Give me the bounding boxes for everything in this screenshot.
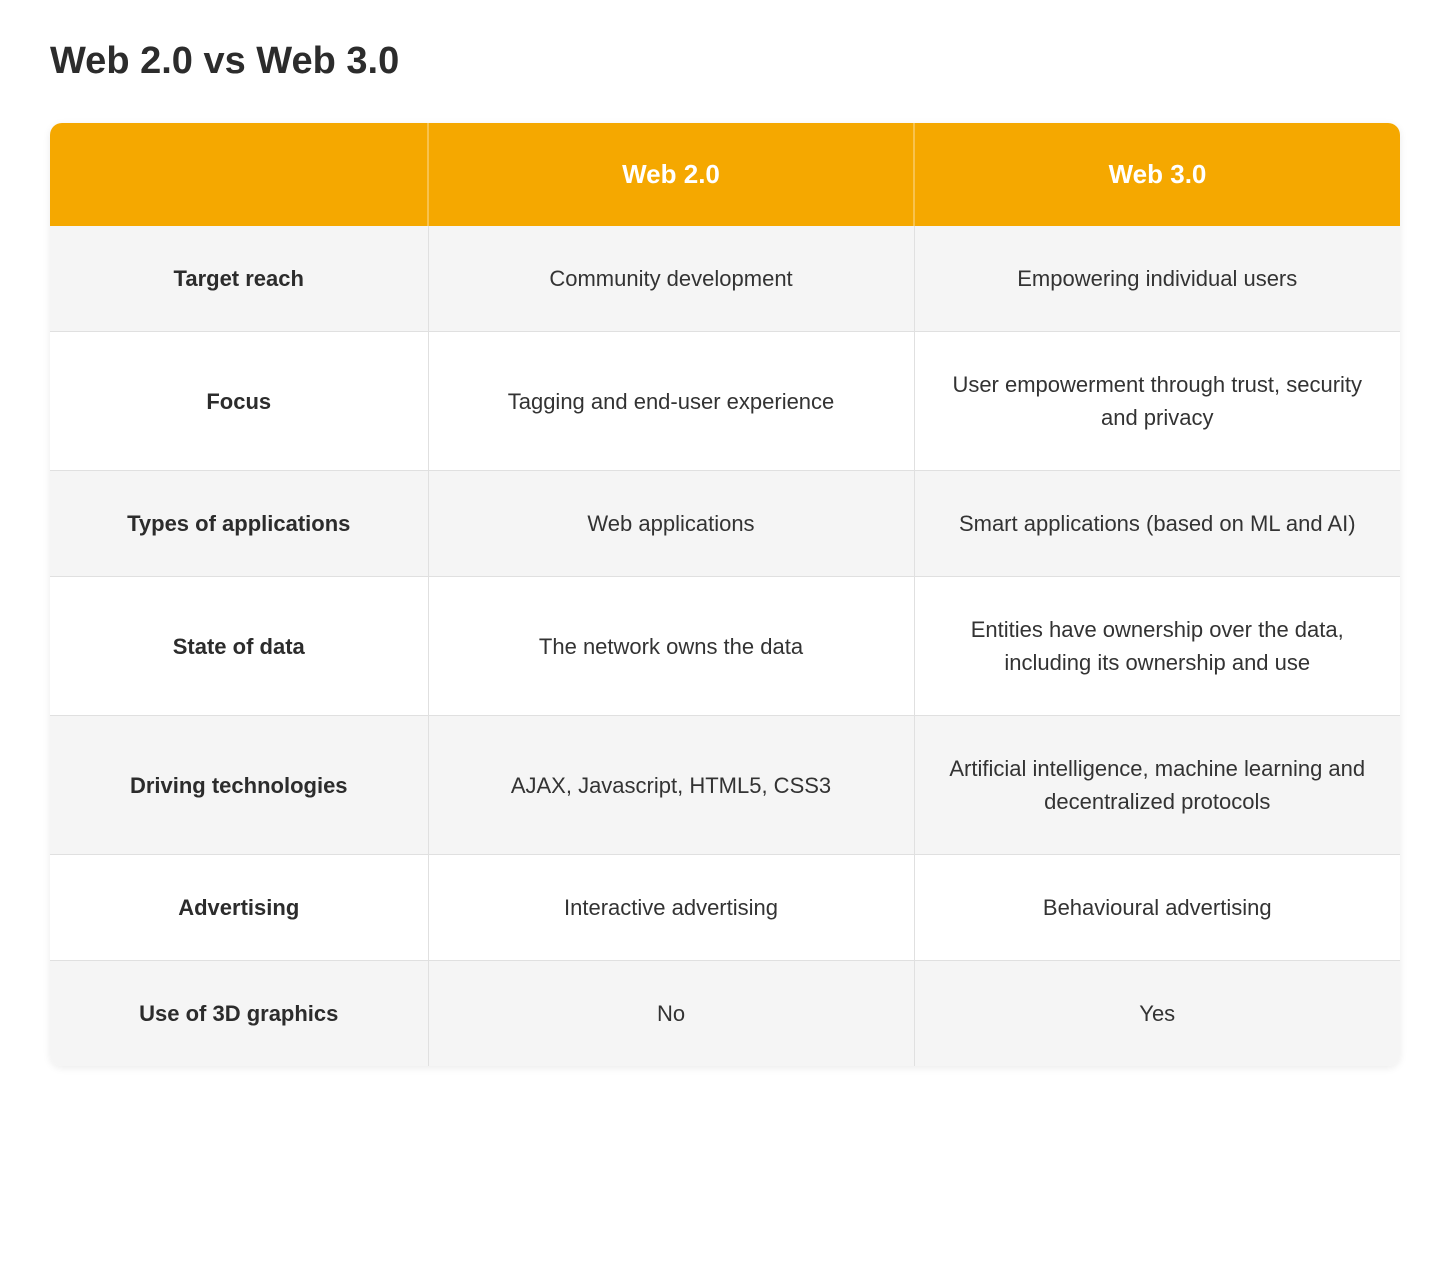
table-row: Driving technologiesAJAX, Javascript, HT… [50,716,1400,855]
table-row: FocusTagging and end-user experienceUser… [50,332,1400,471]
row-web3: Entities have ownership over the data, i… [914,577,1400,716]
row-web3: Yes [914,961,1400,1067]
table-row: AdvertisingInteractive advertisingBehavi… [50,855,1400,961]
row-web3: Empowering individual users [914,226,1400,332]
row-label: Advertising [50,855,428,961]
table-row: Use of 3D graphicsNoYes [50,961,1400,1067]
row-web2: No [428,961,914,1067]
row-web2: The network owns the data [428,577,914,716]
header-col1 [50,123,428,226]
row-web3: Behavioural advertising [914,855,1400,961]
row-web3: User empowerment through trust, security… [914,332,1400,471]
row-web2: Community development [428,226,914,332]
row-web2: Interactive advertising [428,855,914,961]
row-web3: Artificial intelligence, machine learnin… [914,716,1400,855]
row-web3: Smart applications (based on ML and AI) [914,471,1400,577]
row-label: Use of 3D graphics [50,961,428,1067]
table-row: Types of applicationsWeb applicationsSma… [50,471,1400,577]
table-row: Target reachCommunity developmentEmpower… [50,226,1400,332]
header-col2: Web 2.0 [428,123,914,226]
row-web2: Tagging and end-user experience [428,332,914,471]
row-label: State of data [50,577,428,716]
row-label: Types of applications [50,471,428,577]
header-col3: Web 3.0 [914,123,1400,226]
row-label: Focus [50,332,428,471]
table-row: State of dataThe network owns the dataEn… [50,577,1400,716]
row-label: Driving technologies [50,716,428,855]
row-web2: AJAX, Javascript, HTML5, CSS3 [428,716,914,855]
page-title: Web 2.0 vs Web 3.0 [50,40,1400,83]
row-label: Target reach [50,226,428,332]
comparison-table: Web 2.0 Web 3.0 Target reachCommunity de… [50,123,1400,1066]
row-web2: Web applications [428,471,914,577]
